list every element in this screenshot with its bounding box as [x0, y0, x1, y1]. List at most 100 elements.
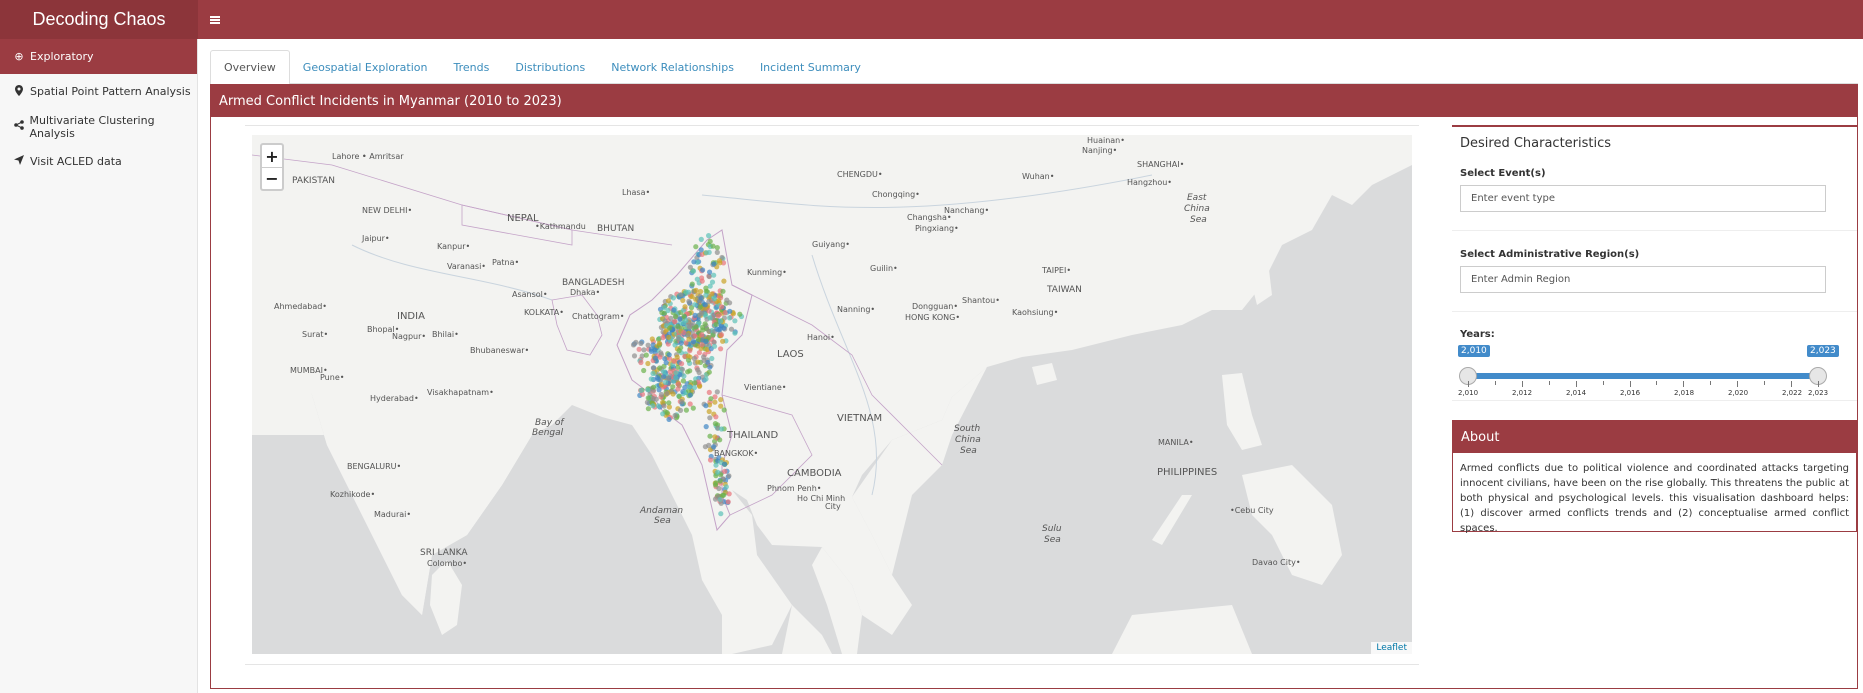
tab-geospatial-exploration[interactable]: Geospatial Exploration: [290, 50, 441, 84]
incident-point[interactable]: [675, 381, 682, 387]
incident-point[interactable]: [711, 343, 718, 349]
incident-point[interactable]: [707, 364, 713, 370]
incident-point[interactable]: [658, 391, 664, 398]
incident-point[interactable]: [633, 339, 639, 345]
incident-point[interactable]: [718, 511, 724, 517]
incident-point[interactable]: [693, 287, 699, 293]
incident-point[interactable]: [678, 340, 684, 346]
incident-point[interactable]: [718, 304, 725, 310]
incident-point[interactable]: [718, 346, 724, 352]
incident-point[interactable]: [699, 278, 705, 284]
incident-point[interactable]: [732, 318, 738, 324]
incident-point[interactable]: [698, 236, 704, 242]
incident-point[interactable]: [662, 356, 668, 362]
incident-point[interactable]: [673, 370, 679, 376]
incident-point[interactable]: [726, 491, 732, 497]
incident-point[interactable]: [671, 307, 677, 313]
incident-point[interactable]: [652, 347, 658, 353]
incident-point[interactable]: [712, 399, 718, 405]
incident-point[interactable]: [643, 352, 649, 358]
incident-point[interactable]: [678, 292, 684, 298]
incident-point[interactable]: [686, 298, 692, 304]
incident-point[interactable]: [728, 326, 735, 332]
incident-point[interactable]: [677, 316, 683, 322]
incident-point[interactable]: [698, 247, 704, 253]
leaflet-attribution-link[interactable]: Leaflet: [1371, 642, 1412, 654]
incident-point[interactable]: [683, 318, 689, 324]
incident-point[interactable]: [713, 462, 719, 468]
incident-point[interactable]: [665, 298, 672, 304]
incident-point[interactable]: [703, 250, 709, 256]
incident-point[interactable]: [666, 352, 672, 358]
incident-point[interactable]: [638, 387, 644, 393]
incident-point[interactable]: [686, 384, 692, 390]
incident-point[interactable]: [641, 367, 647, 374]
tab-overview[interactable]: Overview: [210, 50, 290, 85]
incident-point[interactable]: [727, 308, 733, 314]
incident-point[interactable]: [703, 376, 709, 382]
incident-point[interactable]: [706, 233, 712, 239]
incident-point[interactable]: [695, 337, 701, 343]
incident-point[interactable]: [650, 370, 656, 377]
incident-point[interactable]: [666, 400, 672, 406]
incident-point[interactable]: [679, 399, 685, 405]
incident-point[interactable]: [681, 330, 687, 336]
incident-point[interactable]: [683, 407, 689, 413]
incident-point[interactable]: [645, 342, 651, 348]
incident-point[interactable]: [690, 405, 696, 411]
incident-point[interactable]: [660, 335, 666, 341]
incident-point[interactable]: [644, 399, 650, 405]
sidebar-item-visit-acled[interactable]: Visit ACLED data: [0, 144, 197, 179]
incident-point[interactable]: [706, 389, 712, 395]
incident-point[interactable]: [727, 315, 733, 321]
incident-point[interactable]: [718, 332, 725, 338]
incident-point[interactable]: [721, 407, 727, 413]
incident-point[interactable]: [655, 403, 662, 409]
incident-point[interactable]: [711, 444, 717, 450]
tab-distributions[interactable]: Distributions: [502, 50, 598, 84]
incident-point[interactable]: [694, 276, 700, 282]
tab-trends[interactable]: Trends: [441, 50, 503, 84]
incident-point[interactable]: [699, 310, 705, 316]
incident-point[interactable]: [709, 355, 715, 362]
incident-point[interactable]: [692, 380, 698, 386]
incident-point[interactable]: [714, 389, 720, 395]
zoom-out-button[interactable]: −: [262, 167, 282, 189]
tab-network-relationships[interactable]: Network Relationships: [598, 50, 747, 84]
admin-region-input[interactable]: Enter Admin Region: [1460, 266, 1826, 293]
incident-point[interactable]: [661, 403, 667, 409]
incident-point[interactable]: [693, 244, 699, 250]
incident-point[interactable]: [706, 369, 712, 375]
incident-point[interactable]: [662, 318, 668, 324]
incident-point[interactable]: [715, 313, 721, 319]
incident-point[interactable]: [667, 369, 673, 375]
incident-point[interactable]: [737, 311, 743, 317]
incident-point[interactable]: [687, 264, 693, 270]
incident-point[interactable]: [726, 473, 732, 479]
incident-point[interactable]: [631, 353, 638, 359]
incident-point[interactable]: [723, 484, 729, 490]
incident-point[interactable]: [709, 291, 715, 297]
incident-point[interactable]: [692, 302, 698, 308]
incident-point[interactable]: [681, 313, 687, 319]
incident-point[interactable]: [700, 324, 706, 330]
incident-point[interactable]: [645, 395, 651, 401]
incident-point[interactable]: [648, 376, 654, 382]
sidebar-item-multivariate-clustering[interactable]: Multivariate Clustering Analysis: [0, 109, 197, 144]
incident-point[interactable]: [666, 416, 672, 422]
incident-point[interactable]: [650, 365, 656, 371]
incident-point[interactable]: [693, 324, 699, 330]
incident-point[interactable]: [649, 336, 655, 342]
incident-point[interactable]: [645, 406, 651, 412]
incident-point[interactable]: [696, 369, 702, 376]
incident-point[interactable]: [715, 469, 721, 475]
incident-point[interactable]: [680, 378, 686, 384]
incident-point[interactable]: [676, 348, 682, 354]
incident-point[interactable]: [713, 321, 719, 327]
incident-point[interactable]: [711, 261, 717, 267]
incident-point[interactable]: [687, 401, 693, 407]
incident-point[interactable]: [655, 376, 661, 382]
incident-point[interactable]: [706, 328, 712, 334]
incident-point[interactable]: [722, 461, 728, 467]
incident-point[interactable]: [717, 437, 723, 443]
